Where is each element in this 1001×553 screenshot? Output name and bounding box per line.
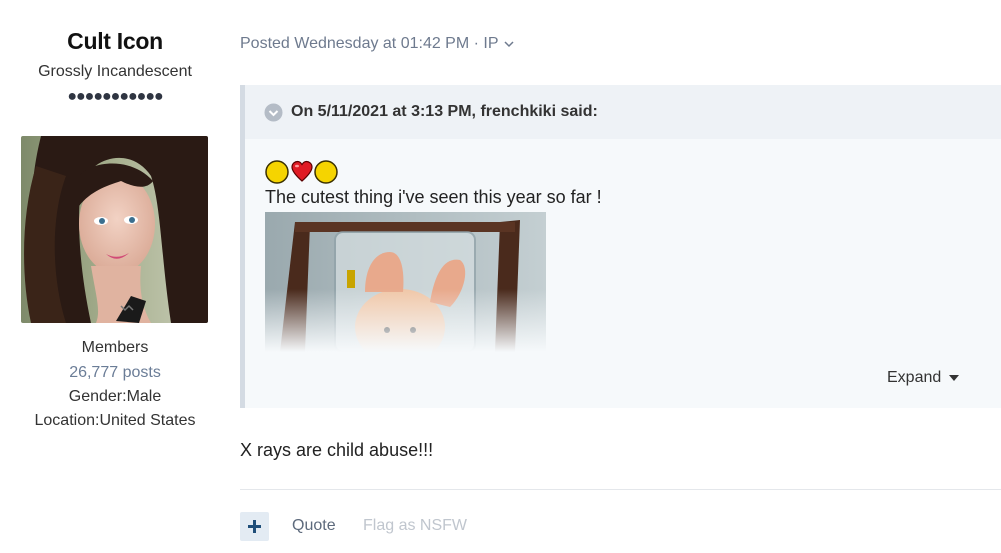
- post-meta: Posted Wednesday at 01:42 PM · IP: [240, 35, 515, 53]
- author-title: Grossly Incandescent: [38, 63, 192, 80]
- quote-button[interactable]: Quote: [292, 517, 336, 535]
- emoji-row: [265, 159, 602, 185]
- avatar[interactable]: [21, 136, 208, 323]
- quote-body: The cutest thing i've seen this year so …: [265, 159, 602, 208]
- baby-in-jar-image: [265, 212, 546, 352]
- yellow-circle-icon: [265, 160, 289, 184]
- multiquote-add-button[interactable]: [240, 512, 269, 541]
- avatar-image: [21, 136, 208, 323]
- red-heart-icon: [291, 160, 313, 182]
- yellow-circle-icon: [314, 160, 338, 184]
- flag-nsfw-button[interactable]: Flag as NSFW: [363, 517, 467, 535]
- author-name[interactable]: Cult Icon: [0, 28, 230, 55]
- quote-header[interactable]: On 5/11/2021 at 3:13 PM, frenchkiki said…: [245, 85, 1001, 139]
- expand-button[interactable]: Expand: [887, 369, 960, 387]
- quote-text: The cutest thing i've seen this year so …: [265, 187, 602, 207]
- quote-citation: On 5/11/2021 at 3:13 PM, frenchkiki said…: [291, 103, 598, 120]
- quote-block: On 5/11/2021 at 3:13 PM, frenchkiki said…: [240, 85, 1001, 408]
- post-date[interactable]: Posted Wednesday at 01:42 PM · IP: [240, 35, 499, 53]
- plus-icon: [248, 520, 261, 533]
- divider: [240, 489, 1001, 490]
- collapse-toggle-icon[interactable]: [264, 103, 283, 122]
- author-location: Location:United States: [34, 412, 196, 429]
- expand-label: Expand: [887, 369, 942, 386]
- author-gender: Gender:Male: [68, 388, 162, 405]
- quoted-image[interactable]: [265, 212, 546, 352]
- caret-down-icon: [949, 375, 960, 381]
- post-body: X rays are child abuse!!!: [240, 440, 434, 460]
- member-group: Members: [81, 339, 149, 356]
- chevron-down-icon[interactable]: [503, 38, 515, 50]
- rank-dots: ●●●●●●●●●●●: [67, 88, 163, 105]
- post-count-link[interactable]: 26,777 posts: [0, 364, 230, 382]
